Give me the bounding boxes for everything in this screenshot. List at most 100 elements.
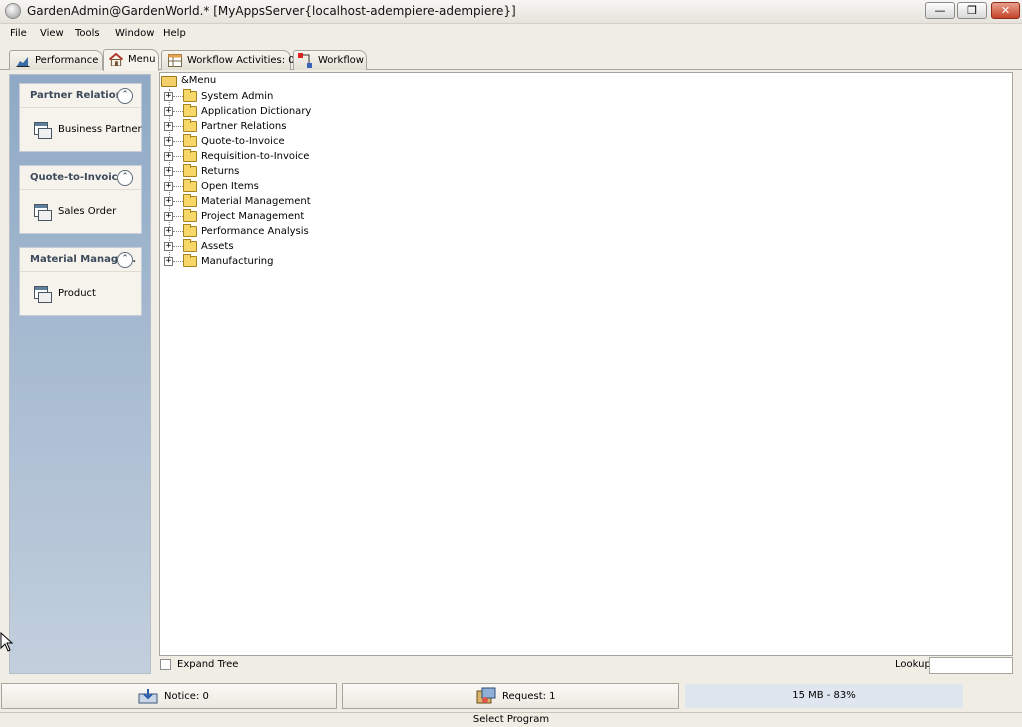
tree-item-system-admin[interactable]: + System Admin xyxy=(164,89,464,105)
expand-icon[interactable]: + xyxy=(164,182,173,191)
folder-icon xyxy=(183,164,197,177)
expand-icon[interactable]: + xyxy=(164,212,173,221)
tab-menu-label: Menu xyxy=(128,54,156,65)
minimize-button[interactable]: — xyxy=(925,2,955,19)
request-button[interactable]: Request: 1 xyxy=(342,683,679,709)
tree-item-manufacturing[interactable]: + Manufacturing xyxy=(164,254,464,270)
tree-item-application-dictionary[interactable]: + Application Dictionary xyxy=(164,104,464,120)
expand-icon[interactable]: + xyxy=(164,242,173,251)
favorite-item-sales-order[interactable]: Sales Order xyxy=(34,203,139,221)
tree-item-label: Application Dictionary xyxy=(201,106,312,117)
folder-icon xyxy=(183,254,197,267)
collapse-icon[interactable]: ⌃ xyxy=(117,88,133,104)
menu-window[interactable]: Window xyxy=(115,28,154,39)
expand-icon[interactable]: + xyxy=(164,92,173,101)
tree-item-label: Open Items xyxy=(201,181,259,192)
folder-icon xyxy=(183,104,197,117)
tree-item-returns[interactable]: + Returns xyxy=(164,164,464,180)
menu-file[interactable]: File xyxy=(10,28,27,39)
group-header[interactable]: Quote-to-Invoice ⌃ xyxy=(20,166,141,190)
favorite-item-business-partner[interactable]: Business Partner xyxy=(34,121,142,139)
tree-item-assets[interactable]: + Assets xyxy=(164,239,464,255)
folder-icon xyxy=(183,149,197,162)
tree-item-open-items[interactable]: + Open Items xyxy=(164,179,464,195)
tree-item-label: Manufacturing xyxy=(201,256,274,267)
group-header[interactable]: Material Manage... ⌃ xyxy=(20,248,141,272)
group-partner-relations: Partner Relations ⌃ Business Partner xyxy=(19,83,142,152)
tab-performance[interactable]: Performance xyxy=(9,50,103,70)
mouse-cursor-icon xyxy=(0,632,14,652)
folder-icon xyxy=(183,179,197,192)
folder-icon xyxy=(183,194,197,207)
tab-workflow-label: Workflow xyxy=(318,55,364,66)
status-bar: Notice: 0 Request: 1 15 MB - 83% xyxy=(0,683,1022,709)
expand-icon[interactable]: + xyxy=(164,122,173,131)
tree-item-label: Quote-to-Invoice xyxy=(201,136,285,147)
expand-tree-checkbox[interactable] xyxy=(160,659,171,670)
group-quote-to-invoice: Quote-to-Invoice ⌃ Sales Order xyxy=(19,165,142,234)
collapse-icon[interactable]: ⌃ xyxy=(117,252,133,268)
folder-icon xyxy=(183,89,197,102)
close-button[interactable]: ✕ xyxy=(991,2,1020,19)
collapse-icon[interactable]: ⌃ xyxy=(117,170,133,186)
favorite-item-label: Sales Order xyxy=(58,206,117,217)
lookup-input[interactable] xyxy=(929,657,1013,674)
menu-help[interactable]: Help xyxy=(163,28,186,39)
table-icon xyxy=(168,54,182,67)
tree-item-label: Requisition-to-Invoice xyxy=(201,151,310,162)
tree-item-label: Performance Analysis xyxy=(201,226,309,237)
restore-icon: ❐ xyxy=(967,4,977,17)
menu-tree[interactable]: &Menu + System Admin + Application Dicti… xyxy=(159,72,1013,656)
expand-icon[interactable]: + xyxy=(164,152,173,161)
tree-item-partner-relations[interactable]: + Partner Relations xyxy=(164,119,464,135)
folder-icon xyxy=(183,224,197,237)
memory-label: 15 MB - 83% xyxy=(792,690,856,701)
app-icon xyxy=(5,3,21,19)
tree-item-project-management[interactable]: + Project Management xyxy=(164,209,464,225)
favorite-item-label: Product xyxy=(58,288,96,299)
memory-indicator[interactable]: 15 MB - 83% xyxy=(685,684,963,708)
folder-icon xyxy=(183,209,197,222)
tab-workflow[interactable]: Workflow xyxy=(293,50,367,70)
home-icon xyxy=(108,53,124,66)
menu-view[interactable]: View xyxy=(40,28,64,39)
window-icon xyxy=(34,204,52,221)
expand-icon[interactable]: + xyxy=(164,107,173,116)
tree-item-label: Project Management xyxy=(201,211,305,222)
close-icon: ✕ xyxy=(1000,4,1011,17)
tab-bar: Performance Menu Workflow Activities: 0 … xyxy=(0,48,1022,71)
expand-icon[interactable]: + xyxy=(164,137,173,146)
window-title: GardenAdmin@GardenWorld.* [MyAppsServer{… xyxy=(27,4,516,18)
restore-button[interactable]: ❐ xyxy=(957,2,987,19)
tree-options-bar: Expand Tree Lookup xyxy=(159,657,1013,675)
tree-item-performance-analysis[interactable]: + Performance Analysis xyxy=(164,224,464,240)
expand-icon[interactable]: + xyxy=(164,227,173,236)
status-line: Select Program xyxy=(0,712,1022,727)
group-title: Partner Relations xyxy=(30,90,129,101)
tree-item-label: Assets xyxy=(201,241,234,252)
tree-item-label: Partner Relations xyxy=(201,121,287,132)
workflow-icon xyxy=(298,53,312,68)
title-bar: GardenAdmin@GardenWorld.* [MyAppsServer{… xyxy=(0,0,1022,24)
notice-button[interactable]: Notice: 0 xyxy=(1,683,337,709)
tab-performance-label: Performance xyxy=(35,55,99,66)
tree-item-quote-to-invoice[interactable]: + Quote-to-Invoice xyxy=(164,134,464,150)
tab-menu[interactable]: Menu xyxy=(103,49,159,71)
tree-item-material-management[interactable]: + Material Management xyxy=(164,194,464,210)
tab-workflow-activities[interactable]: Workflow Activities: 0 xyxy=(161,50,295,70)
status-message: Select Program xyxy=(472,714,550,725)
expand-tree-label[interactable]: Expand Tree xyxy=(177,659,238,670)
group-header[interactable]: Partner Relations ⌃ xyxy=(20,84,141,108)
expand-icon[interactable]: + xyxy=(164,197,173,206)
tree-item-label: Material Management xyxy=(201,196,311,207)
notice-label: Notice: 0 xyxy=(164,691,209,702)
expand-icon[interactable]: + xyxy=(164,167,173,176)
minimize-icon: — xyxy=(934,4,946,17)
tree-item-requisition-to-invoice[interactable]: + Requisition-to-Invoice xyxy=(164,149,464,165)
favorite-item-label: Business Partner xyxy=(58,124,142,135)
menu-tools[interactable]: Tools xyxy=(75,28,100,39)
window-icon xyxy=(34,286,52,303)
expand-icon[interactable]: + xyxy=(164,257,173,266)
group-title: Quote-to-Invoice xyxy=(30,172,125,183)
favorite-item-product[interactable]: Product xyxy=(34,285,139,303)
